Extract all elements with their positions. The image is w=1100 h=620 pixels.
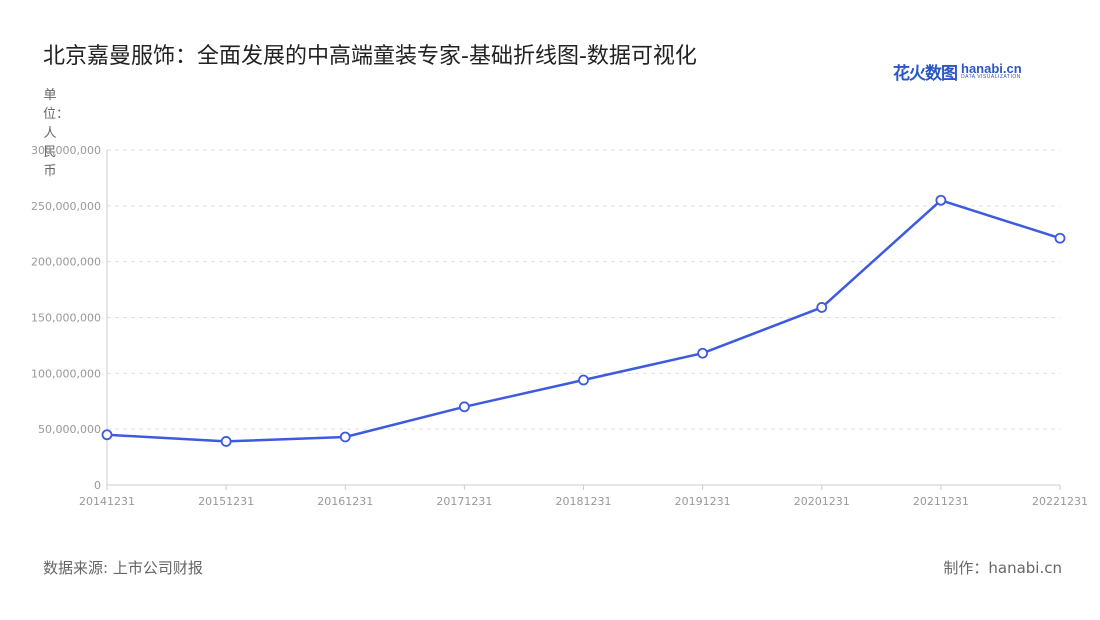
y-tick-labels: 0 50,000,000 100,000,000 150,000,000 200,000… <box>31 144 101 492</box>
line-chart: 0 50,000,000 100,000,000 150,000,000 200,000… <box>31 144 1088 508</box>
x-tick-labels: 20141231 20151231 20161231 20171231 20181231… <box>79 495 1088 508</box>
x-tick-label: 20221231 <box>1032 495 1088 508</box>
axes <box>106 150 1061 490</box>
x-tick-label: 20141231 <box>79 495 135 508</box>
x-tick-label: 20151231 <box>198 495 254 508</box>
data-point <box>816 302 828 313</box>
x-tick-label: 20201231 <box>794 495 850 508</box>
data-point <box>339 431 351 443</box>
series-line <box>106 199 1061 443</box>
x-tick-label: 20211231 <box>913 495 969 508</box>
y-tick-label: 50,000,000 <box>38 423 101 436</box>
y-tick-label: 0 <box>94 479 101 492</box>
x-tick-label: 20181231 <box>556 495 612 508</box>
y-tick-label: 250,000,000 <box>31 200 101 213</box>
data-point <box>935 194 947 206</box>
data-point <box>101 429 113 441</box>
y-tick-label: 150,000,000 <box>31 312 101 325</box>
series-path <box>106 199 1061 443</box>
maker-credit: 制作：hanabi.cn <box>943 559 1062 577</box>
x-tick-label: 20171231 <box>436 495 492 508</box>
x-tick-label: 20161231 <box>317 495 373 508</box>
y-tick-label: 200,000,000 <box>31 256 101 269</box>
y-tick-label: 300,000,000 <box>31 144 101 157</box>
x-tick-label: 20191231 <box>675 495 731 508</box>
data-point <box>220 436 232 447</box>
y-tick-label: 100,000,000 <box>31 367 101 380</box>
grid-lines <box>107 149 1060 430</box>
data-points <box>101 194 1066 447</box>
data-point <box>697 347 709 359</box>
data-point <box>578 374 589 386</box>
data-source: 数据来源: 上市公司财报 <box>43 559 203 577</box>
data-point <box>458 401 470 413</box>
data-point <box>1054 232 1066 244</box>
